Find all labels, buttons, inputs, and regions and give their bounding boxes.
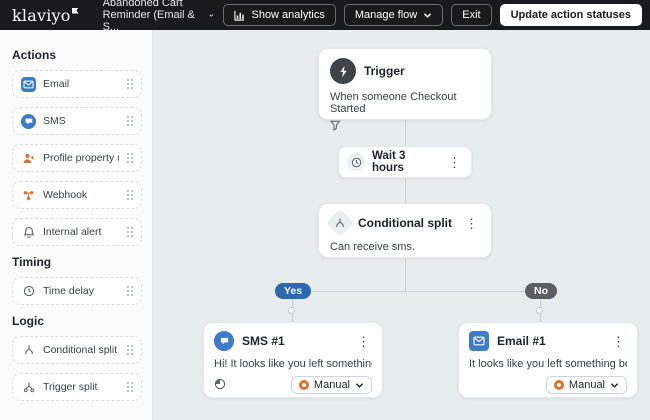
conditional-split-card[interactable]: Conditional split ⋮ Can receive sms. [318, 203, 492, 258]
email-card[interactable]: Email #1 ⋮ It looks like you left someth… [458, 322, 638, 398]
chevron-down-icon [424, 12, 432, 18]
chevron-down-icon [356, 382, 363, 388]
update-action-statuses-label: Update action statuses [510, 9, 631, 21]
connector-line [405, 258, 406, 291]
conditional-split-description: Can receive sms. [330, 241, 415, 253]
sidebar-item-label: Conditional split [43, 344, 118, 356]
manual-status-icon [298, 380, 309, 390]
connector-node[interactable] [536, 307, 543, 314]
branch-badge-no: No [525, 283, 557, 299]
topbar-actions: Show analytics Manage flow Exit Update a… [223, 4, 642, 26]
sidebar-item-webhook[interactable]: Webhook [12, 181, 142, 209]
sidebar-item-label: Internal alert [43, 226, 102, 238]
drag-handle-icon[interactable] [126, 344, 134, 356]
webhook-icon [21, 188, 36, 203]
update-action-statuses-button[interactable]: Update action statuses [499, 4, 642, 26]
connector-line [405, 178, 406, 203]
logo-wordmark: klaviyo [12, 5, 71, 25]
sidebar-item-profile-property-update[interactable]: Profile property update [12, 144, 142, 172]
bell-icon [21, 225, 36, 240]
sidebar-item-label: Profile property update [43, 152, 119, 164]
sms-icon [21, 113, 36, 129]
sms-card[interactable]: SMS #1 ⋮ Hi! It looks like you left some… [203, 322, 383, 398]
exit-label: Exit [462, 9, 481, 21]
filter-icon[interactable] [329, 120, 480, 134]
sidebar-item-conditional-split[interactable]: Conditional split [12, 336, 142, 364]
sidebar-item-label: Email [43, 78, 70, 90]
quiet-hours-icon[interactable] [214, 378, 226, 393]
sidebar-item-label: Trigger split [43, 381, 98, 393]
kebab-menu-icon[interactable]: ⋮ [446, 156, 463, 169]
email-message-preview: It looks like you left something behind.… [469, 358, 627, 370]
show-analytics-button[interactable]: Show analytics [223, 4, 336, 26]
drag-handle-icon[interactable] [126, 285, 134, 297]
klaviyo-logo: klaviyo [12, 6, 79, 25]
split-icon [325, 208, 355, 238]
conditional-split-title: Conditional split [358, 216, 452, 230]
clock-icon [347, 153, 365, 171]
flow-canvas[interactable]: Trigger When someone Checkout Started Wa… [153, 30, 650, 420]
trigger-card[interactable]: Trigger When someone Checkout Started [318, 48, 492, 131]
split-icon [21, 380, 36, 395]
trigger-title: Trigger [364, 64, 405, 78]
exit-button[interactable]: Exit [451, 4, 492, 26]
drag-handle-icon[interactable] [126, 78, 134, 90]
profile-property-icon [21, 151, 36, 166]
top-bar: klaviyo Abandoned Cart Reminder (Email &… [0, 0, 650, 33]
sidebar-item-trigger-split[interactable]: Trigger split [12, 373, 142, 401]
sidebar-item-sms[interactable]: SMS [12, 107, 142, 135]
sms-title: SMS #1 [242, 334, 285, 348]
kebab-menu-icon[interactable]: ⋮ [355, 335, 372, 348]
status-label: Manual [313, 379, 350, 391]
email-icon [469, 331, 489, 351]
bar-chart-icon [234, 10, 245, 21]
section-heading-timing: Timing [12, 255, 52, 269]
sms-icon [214, 331, 234, 351]
email-title: Email #1 [497, 334, 546, 348]
clock-icon [21, 284, 36, 299]
show-analytics-label: Show analytics [251, 9, 325, 21]
kebab-menu-icon[interactable]: ⋮ [610, 335, 627, 348]
manage-flow-label: Manage flow [354, 9, 418, 21]
sidebar: Actions Email SMS Profile property updat… [0, 30, 153, 420]
sidebar-item-internal-alert[interactable]: Internal alert [12, 218, 142, 246]
sidebar-item-email[interactable]: Email [12, 70, 142, 98]
status-label: Manual [568, 379, 605, 391]
status-dropdown[interactable]: Manual [290, 376, 372, 394]
drag-handle-icon[interactable] [126, 226, 134, 238]
flow-title: Abandoned Cart Reminder (Email & S... [102, 0, 195, 33]
sidebar-item-time-delay[interactable]: Time delay [12, 277, 142, 305]
wait-title: Wait 3 hours [372, 150, 406, 174]
split-icon [21, 343, 36, 358]
drag-handle-icon[interactable] [126, 189, 134, 201]
lightning-icon [330, 58, 356, 84]
chevron-down-icon [611, 382, 618, 388]
section-heading-logic: Logic [12, 314, 44, 328]
trigger-description: When someone Checkout Started [330, 91, 457, 115]
sidebar-item-label: Webhook [43, 189, 88, 201]
kebab-menu-icon[interactable]: ⋮ [463, 217, 480, 230]
sidebar-item-label: SMS [43, 115, 66, 127]
status-dropdown[interactable]: Manual [545, 376, 627, 394]
sms-message-preview: Hi! It looks like you left something in … [214, 358, 372, 370]
chevron-down-icon [209, 13, 213, 17]
flow-title-menu[interactable]: Abandoned Cart Reminder (Email & S... [103, 0, 214, 33]
manage-flow-button[interactable]: Manage flow [343, 4, 444, 26]
manual-status-icon [553, 380, 564, 390]
connector-node[interactable] [288, 307, 295, 314]
drag-handle-icon[interactable] [126, 152, 134, 164]
section-heading-actions: Actions [12, 48, 57, 62]
drag-handle-icon[interactable] [126, 115, 134, 127]
sidebar-item-label: Time delay [43, 285, 94, 297]
email-icon [21, 76, 36, 92]
klaviyo-flag-icon [71, 7, 79, 14]
wait-card[interactable]: Wait 3 hours ⋮ [338, 146, 472, 178]
branch-badge-yes: Yes [275, 283, 312, 299]
drag-handle-icon[interactable] [126, 381, 134, 393]
branch-line [292, 291, 540, 292]
